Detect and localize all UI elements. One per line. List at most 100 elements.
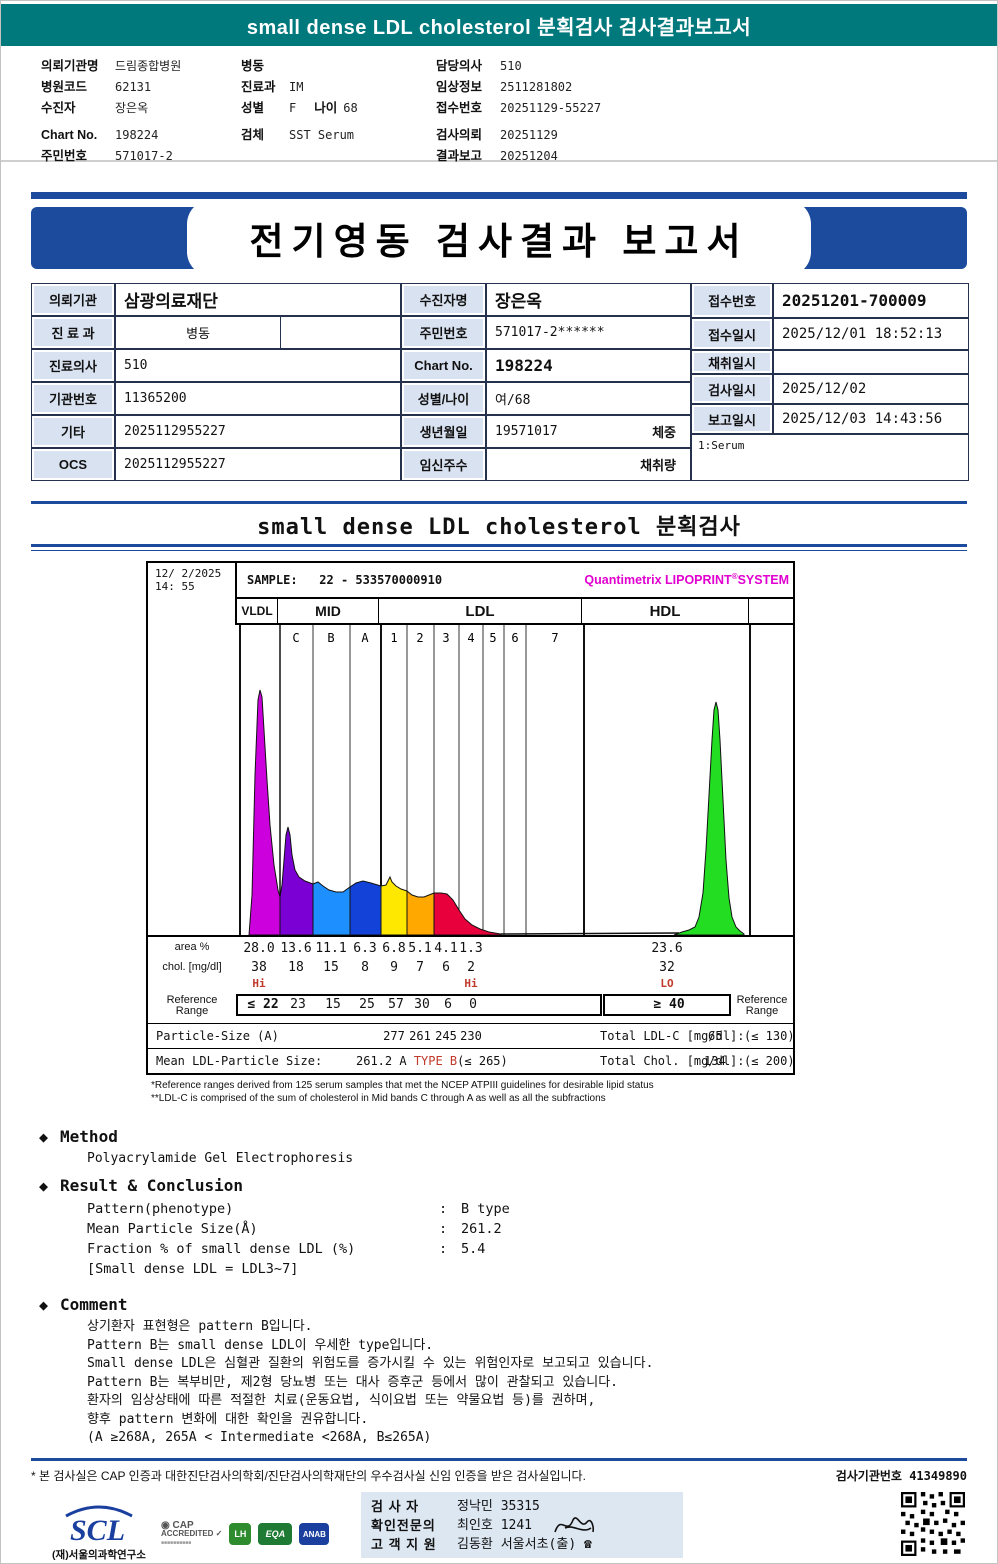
field-value: F [289,101,297,115]
peak-ldl1-yellow [380,875,408,935]
cell-value: 2025112955227 [115,415,401,448]
field-row: 검사의뢰 20251129 [436,125,856,146]
lh-logo-icon: LH [229,1523,252,1545]
chart-datetime: 12/ 2/2025 14: 55 [148,563,237,599]
total-chol-value: 134 [704,1054,726,1068]
serum-note: 1:Serum [691,434,969,481]
result-value: 261.2 [461,1221,502,1237]
lipoprint-chart: 12/ 2/2025 14: 55 SAMPLE: 22 - 533570000… [146,561,795,1075]
field-row: 의뢰기관명 드림종합병원 [41,56,241,77]
particle-label: Particle-Size (A) [156,1029,279,1043]
svg-text:6: 6 [511,631,518,645]
diamond-icon: ◆ [39,1127,49,1146]
patient-header-col2: 병동 진료과 IM 성별 F 나이 68 검체 SST Serum [241,56,436,152]
peak-midc-purple [279,826,314,935]
cell-label: 진 료 과 [31,316,115,349]
field-row: 임상정보 2511281802 [436,77,856,98]
info-table-left: 의뢰기관 삼광의료재단 진 료 과 병동 진료의사 510 기관번호 11365200 … [31,283,401,481]
area-value: 11.1 [315,941,347,956]
chart-sample-row: SAMPLE: 22 - 533570000910 Quantimetrix L… [237,563,793,599]
banner-title: 전기영동 검사결과 보고서 [249,221,749,262]
svg-text:3: 3 [442,631,449,645]
info-table-right: 접수번호 20251201-700009 접수일시 2025/12/01 18:52… [691,283,969,481]
svg-text:2: 2 [416,631,423,645]
chol-value: 7 [416,960,424,975]
particle-value: 261 [409,1029,431,1043]
field-row: 병원코드 62131 [41,77,241,98]
field-label: 의뢰기관명 [41,59,99,73]
svg-text:4: 4 [467,631,474,645]
field-row: 수진자 장은옥 [41,98,241,119]
cell-label: 진료의사 [31,349,115,382]
field-label: 진료과 [241,80,276,94]
band-ldl: LDL [379,599,582,625]
field-label: 수진자 [41,101,76,115]
qr-code [901,1491,965,1556]
chart-time: 14: 55 [155,580,195,593]
footer: SCL (재)서울의과학연구소 ◉ CAP ACCREDITED ✓ ■■■■■… [31,1491,967,1564]
field-label: Chart No. [41,128,98,142]
baseline-trace [500,932,680,935]
chol-value: 8 [361,960,369,975]
svg-text:B: B [327,631,334,645]
footnote-1: *Reference ranges derived from 125 serum… [151,1080,654,1091]
field-value: 68 [343,101,358,115]
svg-text:1: 1 [390,631,397,645]
area-row: area % 28.0 13.6 11.1 6.3 6.8 5.1 4.1 1.… [148,937,793,959]
chart-band-header: VLDL MID LDL HDL [148,599,793,625]
ref-value: 6 [444,997,452,1012]
field-label: 임상정보 [436,80,483,94]
cell-label: 접수일시 [691,318,773,350]
field-value: 20251129-55227 [500,101,602,115]
banner-top-line [31,192,967,199]
reference-label-left: Reference Range [166,994,218,1017]
field-label: 병원코드 [41,80,88,94]
field-row: 주민번호 571017-2 [41,146,241,167]
chol-value: 2 [467,960,475,975]
field-row: 성별 F 나이 68 [241,98,436,119]
chart-date: 12/ 2/2025 [155,567,222,580]
method-body: Polyacrylamide Gel Electrophoresis [87,1151,354,1166]
cell-value: 11365200 [115,382,401,415]
accreditation-text: * 본 검사실은 CAP 인증과 대한진단검사의학회/진단검사의학재단의 우수검… [31,1468,586,1483]
area-value: 13.6 [280,941,312,956]
peak-vldl-magenta [248,689,281,935]
band-vldl: VLDL [237,599,278,625]
chol-value: 9 [390,960,398,975]
cell-value: 19571017 체중 [486,415,691,448]
cell-extra-label: 체중 [652,425,676,440]
cell-label: OCS [31,448,115,481]
ref-value: 30 [414,997,430,1012]
banner-title-box: 전기영동 검사결과 보고서 [187,200,811,276]
accreditation-logos: ◉ CAP ACCREDITED ✓ ■■■■■■■■■■ LH EQA ANA… [161,1520,330,1547]
total-chol-ref: (≤ 200) [744,1054,795,1068]
cell-value: 삼광의료재단 [115,283,401,316]
report-page: small dense LDL cholesterol 분획검사 검사결과보고서… [0,0,998,1564]
field-row: 검체 SST Serum [241,125,436,146]
result-value: B type [461,1201,510,1217]
peak-midb-lightblue [312,881,351,935]
personnel-row: 고 객 지 원 김동환 서울서초(출) ☎ [371,1536,592,1552]
field-label: 접수번호 [436,101,483,115]
chart-plot: C B A 1 2 3 4 5 6 7 [148,625,793,937]
reference-box-main: ≤ 22 23 15 25 57 30 6 0 [236,994,602,1016]
scl-logo: SCL (재)서울의과학연구소 [39,1504,159,1562]
cell-label: 보고일시 [691,404,773,434]
peak-ldl2-orange [406,889,435,935]
cell-value: 2025112955227 [115,448,401,481]
mean-size-value: 261.2 A TYPE B(≤ 265) [356,1054,508,1068]
cell-value: 571017-2****** [486,316,691,349]
cell-label: 수진자명 [401,283,486,316]
reference-row: Reference Range ≤ 22 23 15 25 57 30 6 0 ≥… [148,991,793,1023]
report-title-bar: small dense LDL cholesterol 분획검사 검사결과보고서 [1,4,997,46]
banner: 전기영동 검사결과 보고서 [31,192,967,276]
cell-label: 생년월일 [401,415,486,448]
chart-header: 12/ 2/2025 14: 55 SAMPLE: 22 - 533570000… [148,563,793,599]
area-value: 6.8 [382,941,406,956]
field-value: 198224 [115,128,159,142]
comment-line: 상기환자 표현형은 pattern B입니다. [87,1319,313,1334]
lo-flag: LO [660,977,674,990]
ref-value-hdl: ≥ 40 [653,997,685,1012]
report-title: small dense LDL cholesterol 분획검사 검사결과보고서 [246,16,752,39]
cell-label: 채취일시 [691,350,773,374]
